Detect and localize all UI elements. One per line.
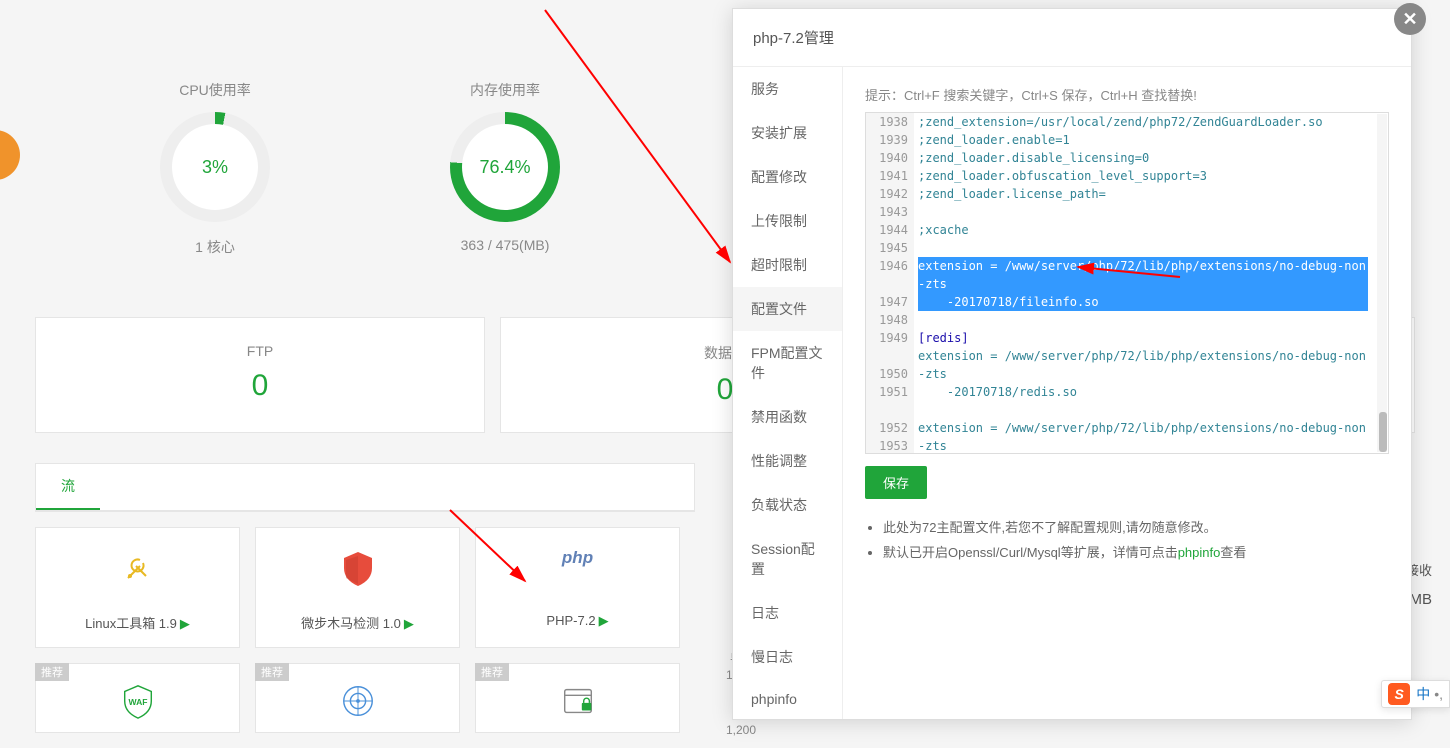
menu-item-1[interactable]: 安装扩展 (733, 111, 842, 155)
recommend-tag: 推荐 (475, 663, 509, 681)
tabs-header: 流 (36, 464, 694, 511)
menu-item-6[interactable]: FPM配置文件 (733, 331, 842, 395)
svg-text:WAF: WAF (128, 697, 147, 707)
cpu-gauge: CPU使用率 3% 1 核心 (160, 80, 270, 257)
close-button[interactable]: ✕ (1394, 3, 1426, 35)
phpinfo-link[interactable]: phpinfo (1178, 545, 1221, 560)
ftp-label: FTP (36, 343, 484, 359)
soft-php[interactable]: php PHP-7.2 ▶ (475, 527, 680, 648)
save-button[interactable]: 保存 (865, 466, 927, 499)
ftp-value: 0 (36, 369, 484, 403)
menu-item-7[interactable]: 禁用函数 (733, 395, 842, 439)
menu-item-12[interactable]: 慢日志 (733, 635, 842, 679)
menu-item-4[interactable]: 超时限制 (733, 243, 842, 287)
soft-php-name: PHP-7.2 (546, 613, 595, 628)
soft-linux-toolbox[interactable]: Linux工具箱 1.9▶ (35, 527, 240, 648)
modal-title: php-7.2管理 (733, 9, 1411, 67)
soft-trojan-detect[interactable]: 微步木马检测 1.0▶ (255, 527, 460, 648)
mem-sub: 363 / 475(MB) (461, 237, 550, 253)
menu-item-13[interactable]: phpinfo (733, 679, 842, 719)
note-2: 默认已开启Openssl/Curl/Mysql等扩展，详情可点击phpinfo查… (883, 542, 1389, 561)
menu-item-11[interactable]: 日志 (733, 591, 842, 635)
ime-indicator[interactable]: S 中 •, (1381, 680, 1450, 708)
note-1: 此处为72主配置文件,若您不了解配置规则,请勿随意修改。 (883, 517, 1389, 536)
shield-icon (338, 548, 378, 588)
sogou-icon: S (1388, 683, 1410, 705)
recommend-tag: 推荐 (255, 663, 289, 681)
php-icon: php (553, 548, 603, 588)
soft-slot-3[interactable]: 推荐 (475, 663, 680, 733)
waf-shield-icon: WAF (119, 682, 157, 720)
menu-item-10[interactable]: Session配置 (733, 527, 842, 591)
menu-item-8[interactable]: 性能调整 (733, 439, 842, 483)
editor-scrollbar[interactable] (1377, 114, 1387, 452)
wrench-icon (118, 548, 158, 588)
play-icon: ▶ (599, 613, 609, 629)
menu-item-9[interactable]: 负载状态 (733, 483, 842, 527)
radar-icon (339, 682, 377, 720)
mem-value: 76.4% (462, 124, 548, 210)
mem-gauge: 内存使用率 76.4% 363 / 475(MB) (450, 80, 560, 257)
config-editor[interactable]: 193819391940194119421943194419451946 194… (865, 112, 1389, 454)
menu-item-2[interactable]: 配置修改 (733, 155, 842, 199)
play-icon: ▶ (404, 616, 414, 632)
play-icon: ▶ (180, 616, 190, 632)
tab-traffic[interactable]: 流 (36, 464, 100, 510)
menu-item-5[interactable]: 配置文件 (733, 287, 842, 331)
soft-trojan-name: 微步木马检测 1.0 (301, 616, 401, 631)
ime-lang: 中 (1416, 684, 1430, 704)
soft-linux-name: Linux工具箱 1.9 (85, 616, 177, 631)
editor-tip: 提示：Ctrl+F 搜索关键字，Ctrl+S 保存，Ctrl+H 查找替换! (865, 85, 1389, 104)
soft-slot-2[interactable]: 推荐 (255, 663, 460, 733)
cpu-gauge-title: CPU使用率 (179, 80, 251, 100)
ime-more: •, (1434, 686, 1443, 702)
editor-scroll-thumb[interactable] (1379, 412, 1387, 452)
php-manage-modal: ✕ php-7.2管理 服务安装扩展配置修改上传限制超时限制配置文件FPM配置文… (732, 8, 1412, 720)
browser-lock-icon (559, 682, 597, 720)
cpu-sub: 1 核心 (195, 237, 235, 257)
mem-gauge-title: 内存使用率 (470, 80, 540, 100)
menu-item-3[interactable]: 上传限制 (733, 199, 842, 243)
ftp-card[interactable]: FTP 0 (35, 317, 485, 433)
soft-waf[interactable]: 推荐 WAF (35, 663, 240, 733)
modal-side-menu: 服务安装扩展配置修改上传限制超时限制配置文件FPM配置文件禁用函数性能调整负载状… (733, 67, 843, 719)
menu-item-0[interactable]: 服务 (733, 67, 842, 111)
cpu-value: 3% (172, 124, 258, 210)
recommend-tag: 推荐 (35, 663, 69, 681)
chart-y-1200: 1,200 (726, 723, 756, 737)
